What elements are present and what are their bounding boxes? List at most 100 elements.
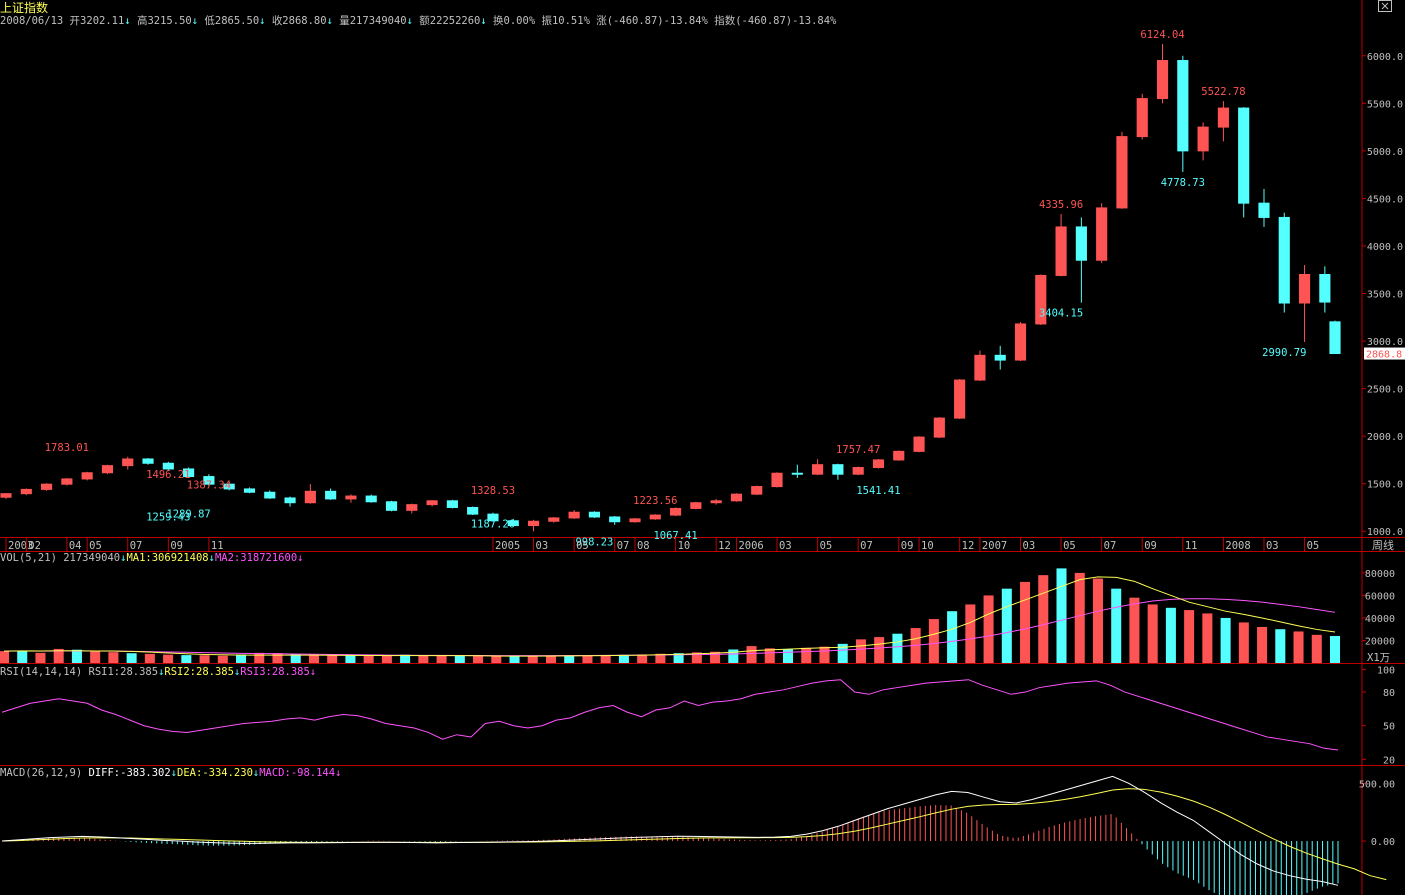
vol-bar [1147,604,1158,663]
vol-legend: VOL(5,21) 217349040↓MA1:306921408↓MA2:31… [0,552,303,564]
x-axis-label: 09 [170,540,183,552]
vol-bar [236,654,247,663]
price-tick-label: 4000.0 [1367,242,1403,253]
candle-body [629,518,641,523]
x-axis-label: 07 [860,540,873,552]
candle-body [426,500,438,506]
vol-bar [1238,622,1249,663]
candle-body [670,507,682,516]
vol-bar [1056,568,1067,663]
vol-bar [892,633,903,663]
vol-bar [199,655,210,663]
chart-stage: 1000.0 1500.0 2000.0 2500.0 3000.0 3500.0 4000… [0,0,1405,895]
candle-body [1278,216,1290,304]
x-axis-label: 03 [1023,540,1036,552]
x-axis-label: 11 [1185,540,1198,552]
vol-bar [491,656,502,663]
vol-bar [1001,588,1012,663]
candle-body [588,511,600,518]
vol-tick-label: 20000 [1365,636,1395,647]
candle-body [690,502,702,509]
vol-bar [582,655,593,663]
vol-bar [71,649,82,663]
candle-body [467,506,479,515]
candle-body [1136,98,1148,138]
rsi-legend-item: RSI1:28.385 [89,666,159,678]
rsi-legend: RSI(14,14,14) RSI1:28.385↓RSI2:28.385↓RS… [0,666,316,678]
macd-diff-line [1,775,1339,886]
rsi-legend-item: RSI2:28.385 [164,666,234,678]
candle-body [1156,60,1169,100]
low-annotation: 3404.15 [1039,308,1083,320]
macd-legend-item: MACD(26,12,9) [0,767,89,779]
vol-bar [1311,634,1322,663]
vol-bar [782,649,794,663]
vol-legend-item: 217349040 [63,552,120,564]
vol-unit-label: X1万 [1367,652,1390,664]
candle-body [954,379,966,419]
rsi-legend-item: ↓ [310,666,316,678]
candle-body [832,464,844,475]
macd-tick-label: 0.00 [1371,837,1395,848]
vol-bar [163,654,174,663]
vol-bar [618,654,629,663]
vol-bar [1020,581,1031,663]
vol-bar [874,637,885,663]
price-tick-label: 5500.0 [1367,99,1403,110]
vol-bar [801,647,812,663]
vol-bar [1257,626,1268,663]
vol-legend-item: ↓ [297,552,303,564]
candle-body [1177,60,1189,152]
x-axis-label: 09 [1144,540,1157,552]
period-label: 周线 [1372,538,1394,552]
candle-body [1298,273,1311,304]
vol-bar [928,619,939,663]
vol-legend-item: MA2:318721600 [215,552,297,564]
vol-bar [819,646,830,663]
macd-legend-item: DEA:-334.230 [177,767,253,779]
x-axis-label: 10 [678,540,691,552]
vol-bar [144,653,155,663]
vol-bar [1202,613,1213,663]
rsi-legend-item: RSI(14,14,14) [0,666,89,678]
x-axis-label: 12 [962,540,975,552]
x-axis-label: 12 [718,540,731,552]
vol-bar [181,655,192,663]
candle-body [1116,136,1128,209]
vol-bar [0,651,10,663]
macd-legend-item: DIFF:-383.302 [89,767,171,779]
candle-body [61,478,73,485]
vol-bar [454,655,465,663]
candle-body [1319,273,1331,303]
candle-body [406,504,418,511]
candle-body [1217,107,1229,128]
candle-body [893,450,905,461]
vol-legend-item: VOL(5,21) [0,552,63,564]
high-annotation: 1757.47 [836,444,880,456]
vol-bar [509,656,520,663]
x-axis-label: 05 [576,540,589,552]
x-axis-label: 05 [1063,540,1076,552]
x-axis-label: 2006 [738,540,763,552]
high-annotation: 6124.04 [1140,29,1184,41]
candle-body [304,490,316,504]
vol-bar [17,650,28,663]
vol-bar [345,655,356,663]
candle-body [649,514,661,520]
candle-body [264,491,276,499]
low-annotation: 1289.87 [166,509,210,521]
vol-bar [855,639,866,663]
vol-bar [35,652,46,663]
candle-body [791,472,803,475]
low-annotation: 1187.26 [471,518,515,530]
vol-bar [108,652,119,663]
vol-bar [1038,575,1049,663]
macd-tick-label: 500.00 [1359,779,1395,790]
x-axis-label: 09 [901,540,914,552]
candle-body [872,459,885,469]
current-price-label: 2868.8 [1366,350,1402,361]
x-axis-label: 2005 [495,540,520,552]
macd-legend-item: ↓ [335,767,341,779]
candle-body [974,354,986,381]
candle-body [0,493,12,498]
